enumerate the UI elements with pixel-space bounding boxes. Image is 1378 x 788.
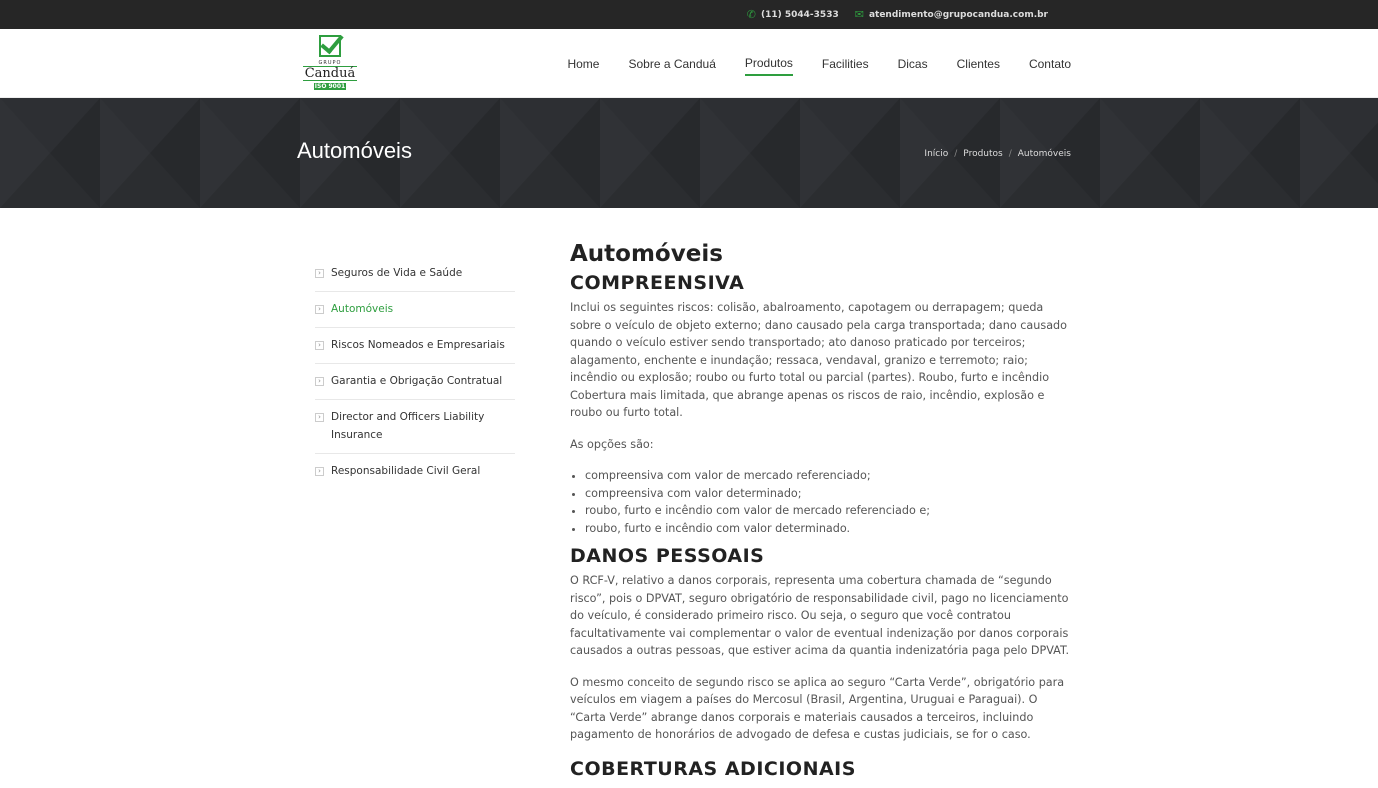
sidebar-item-label: Automóveis bbox=[331, 303, 394, 315]
chevron-right-icon: › bbox=[315, 377, 324, 386]
section-heading-danos: DANOS PESSOAIS bbox=[570, 545, 765, 567]
paragraph: O RCF-V, relativo a danos corporais, rep… bbox=[570, 574, 1070, 657]
logo[interactable]: GRUPO Canduá ISO 9001 bbox=[297, 35, 363, 93]
sidebar-item-label: Seguros de Vida e Saúde bbox=[331, 267, 463, 279]
sidebar-item-label: Riscos Nomeados e Empresariais bbox=[331, 339, 505, 351]
chevron-right-icon: › bbox=[315, 413, 324, 422]
main-nav: Home Sobre a Canduá Produtos Facilities … bbox=[567, 29, 1071, 98]
chevron-right-icon: › bbox=[315, 305, 324, 314]
chevron-right-icon: › bbox=[315, 467, 324, 476]
sidebar-item-label: Garantia e Obrigação Contratual bbox=[331, 375, 503, 387]
email-contact[interactable]: ✉ atendimento@grupocandua.com.br bbox=[855, 8, 1048, 21]
main-content: Automóveis COMPREENSIVA Inclui os seguin… bbox=[570, 241, 1071, 785]
phone-contact[interactable]: ✆ (11) 5044-3533 bbox=[747, 8, 839, 21]
section-heading-coberturas: COBERTURAS ADICIONAIS bbox=[570, 757, 856, 780]
sidebar-item-vida-saude[interactable]: › Seguros de Vida e Saúde bbox=[315, 256, 515, 292]
paragraph: As opções são: bbox=[570, 437, 654, 451]
breadcrumb-inicio[interactable]: Início bbox=[924, 149, 948, 159]
chevron-right-icon: › bbox=[315, 341, 324, 350]
phone-icon: ✆ bbox=[746, 8, 756, 21]
site-header: GRUPO Canduá ISO 9001 Home Sobre a Candu… bbox=[0, 29, 1378, 98]
paragraph: Inclui os seguintes riscos: colisão, aba… bbox=[570, 301, 1068, 419]
sidebar-item-riscos[interactable]: › Riscos Nomeados e Empresariais bbox=[315, 328, 515, 364]
logo-name: Canduá bbox=[303, 66, 357, 81]
breadcrumb-current: Automóveis bbox=[1017, 149, 1071, 159]
content-title: Automóveis bbox=[570, 241, 723, 267]
breadcrumb-separator: / bbox=[1008, 149, 1012, 159]
paragraph: O mesmo conceito de segundo risco se apl… bbox=[570, 675, 1065, 742]
phone-text: (11) 5044-3533 bbox=[761, 9, 839, 20]
sidebar-item-garantia[interactable]: › Garantia e Obrigação Contratual bbox=[315, 364, 515, 400]
list-item: compreensiva com valor determinado; bbox=[585, 485, 1071, 503]
nav-item-contato[interactable]: Contato bbox=[1029, 53, 1071, 75]
list-item: roubo, furto e incêndio com valor de mer… bbox=[585, 502, 1071, 520]
nav-item-produtos[interactable]: Produtos bbox=[744, 52, 793, 76]
nav-item-dicas[interactable]: Dicas bbox=[898, 53, 928, 75]
envelope-icon: ✉ bbox=[854, 8, 864, 21]
nav-item-sobre[interactable]: Sobre a Canduá bbox=[628, 53, 715, 75]
email-text: atendimento@grupocandua.com.br bbox=[868, 9, 1048, 20]
top-bar: ✆ (11) 5044-3533 ✉ atendimento@grupocand… bbox=[0, 0, 1378, 29]
logo-iso: ISO 9001 bbox=[314, 83, 346, 90]
page-banner: Automóveis Início / Produtos / Automóvei… bbox=[0, 98, 1378, 208]
banner-pattern bbox=[0, 98, 1378, 208]
sidebar: › Seguros de Vida e Saúde › Automóveis ›… bbox=[315, 256, 515, 489]
contact-info: ✆ (11) 5044-3533 ✉ atendimento@grupocand… bbox=[747, 0, 1048, 29]
breadcrumb-produtos[interactable]: Produtos bbox=[963, 149, 1002, 159]
sidebar-item-automoveis[interactable]: › Automóveis bbox=[315, 292, 515, 328]
checkmark-icon bbox=[319, 35, 341, 57]
nav-item-home[interactable]: Home bbox=[567, 53, 599, 75]
sidebar-item-director[interactable]: › Director and Officers Liability Insura… bbox=[315, 400, 515, 454]
sidebar-item-responsabilidade[interactable]: › Responsabilidade Civil Geral bbox=[315, 454, 515, 489]
list-item: compreensiva com valor de mercado refere… bbox=[585, 467, 1071, 485]
nav-item-facilities[interactable]: Facilities bbox=[822, 53, 869, 75]
options-list: compreensiva com valor de mercado refere… bbox=[585, 467, 1071, 537]
list-item: roubo, furto e incêndio com valor determ… bbox=[585, 520, 1071, 538]
sidebar-item-label: Responsabilidade Civil Geral bbox=[331, 465, 481, 477]
breadcrumb-separator: / bbox=[954, 149, 958, 159]
sidebar-item-label: Director and Officers Liability Insuranc… bbox=[331, 411, 485, 441]
nav-item-clientes[interactable]: Clientes bbox=[957, 53, 1000, 75]
chevron-right-icon: › bbox=[315, 269, 324, 278]
breadcrumb: Início / Produtos / Automóveis bbox=[924, 149, 1071, 159]
section-heading-compreensiva: COMPREENSIVA bbox=[570, 272, 745, 294]
page-title: Automóveis bbox=[297, 138, 412, 163]
